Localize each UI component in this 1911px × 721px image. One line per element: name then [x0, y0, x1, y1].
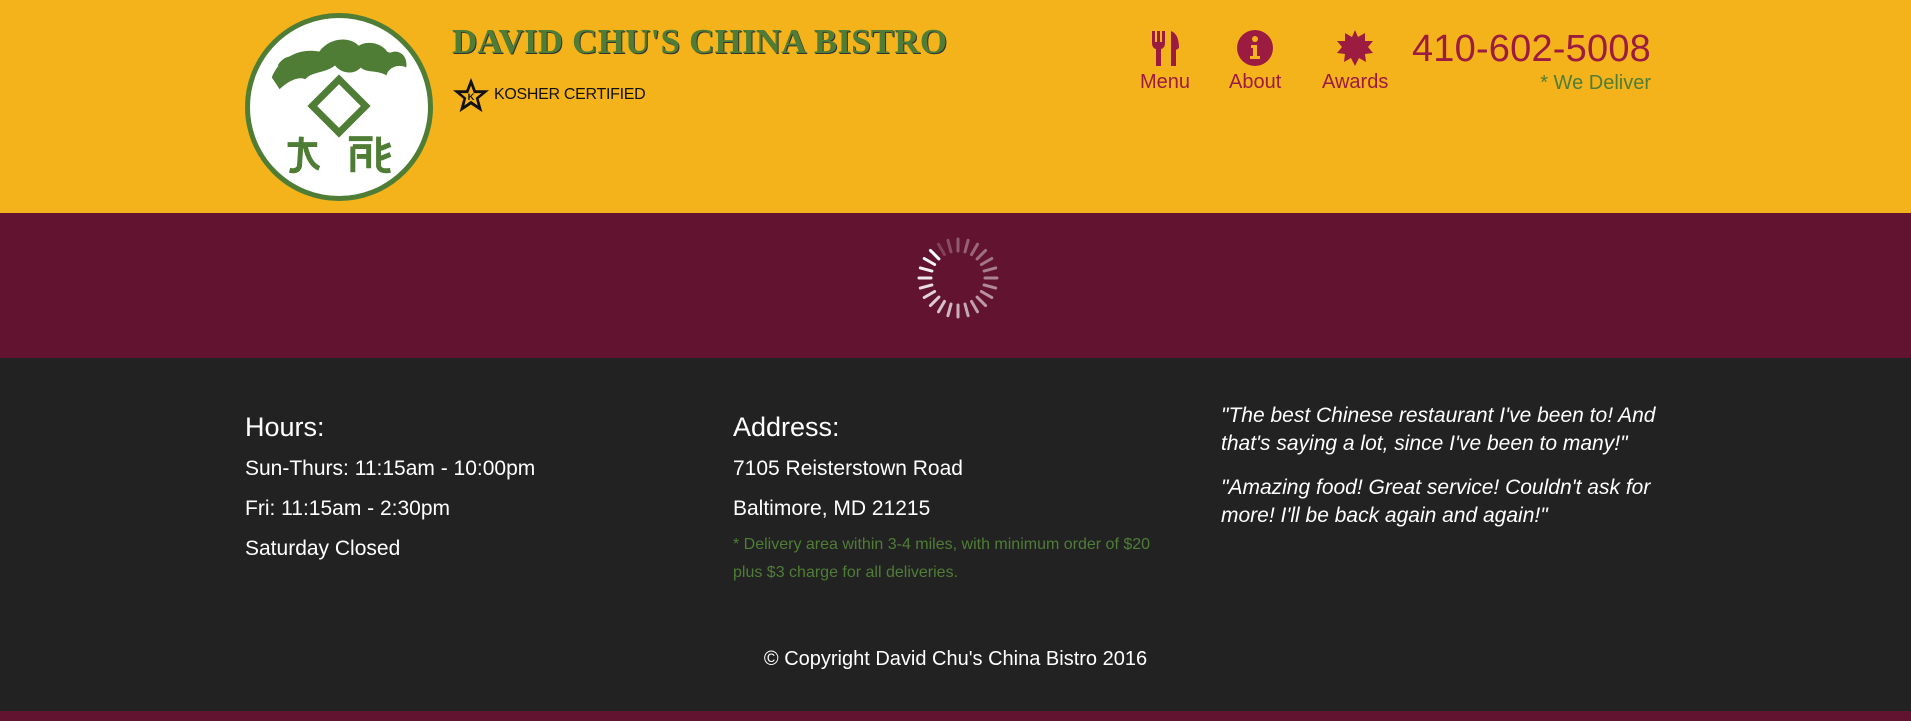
nav-awards-label: Awards: [1322, 71, 1389, 93]
info-icon: [1237, 30, 1274, 66]
site-footer: Hours: Sun-Thurs: 11:15am - 10:00pm Fri:…: [0, 358, 1911, 711]
delivery-note: * Delivery area within 3-4 miles, with m…: [733, 536, 1151, 581]
copyright-text: © Copyright David Chu's China Bistro 201…: [763, 648, 1148, 670]
dragon-logo-icon: [251, 19, 427, 195]
certificate-icon: [1337, 30, 1374, 66]
address-heading: Address:: [733, 412, 840, 442]
svg-text:K: K: [468, 92, 475, 103]
nav-about[interactable]: About: [1229, 28, 1281, 94]
testimonials-section: "The best Chinese restaurant I've been t…: [1221, 402, 1661, 546]
kosher-label: KOSHER CERTIFIED: [494, 86, 646, 103]
hours-line: Fri: 11:15am - 2:30pm: [245, 497, 451, 520]
phone-number-link[interactable]: 410-602-5008: [1412, 28, 1651, 71]
address-street: 7105 Reisterstown Road: [733, 457, 963, 480]
hours-section: Hours: Sun-Thurs: 11:15am - 10:00pm Fri:…: [245, 412, 535, 577]
logo[interactable]: [245, 13, 433, 201]
nav-menu[interactable]: Menu: [1140, 28, 1190, 94]
utensils-icon: [1152, 31, 1180, 66]
kosher-badge: K KOSHER CERTIFIED: [452, 76, 646, 114]
testimonial-quote: "Amazing food! Great service! Couldn't a…: [1221, 476, 1651, 527]
address-section: Address: 7105 Reisterstown Road Baltimor…: [733, 412, 1183, 587]
nav-awards[interactable]: Awards: [1322, 28, 1388, 94]
star-icon: K: [452, 77, 490, 113]
nav-about-label: About: [1229, 71, 1282, 93]
address-city: Baltimore, MD 21215: [733, 497, 931, 520]
content-loading-area: [0, 213, 1911, 358]
hours-line: Saturday Closed: [245, 537, 401, 560]
testimonial-quote: "The best Chinese restaurant I've been t…: [1221, 404, 1656, 455]
we-deliver-note: * We Deliver: [1540, 72, 1651, 94]
site-header: DAVID CHU'S CHINA BISTRO K KOSHER CERTIF…: [0, 0, 1911, 213]
hours-heading: Hours:: [245, 412, 325, 442]
site-title: DAVID CHU'S CHINA BISTRO: [452, 22, 948, 61]
nav-menu-label: Menu: [1140, 71, 1191, 93]
hours-line: Sun-Thurs: 11:15am - 10:00pm: [245, 457, 536, 480]
loading-spinner-icon: [917, 237, 999, 319]
